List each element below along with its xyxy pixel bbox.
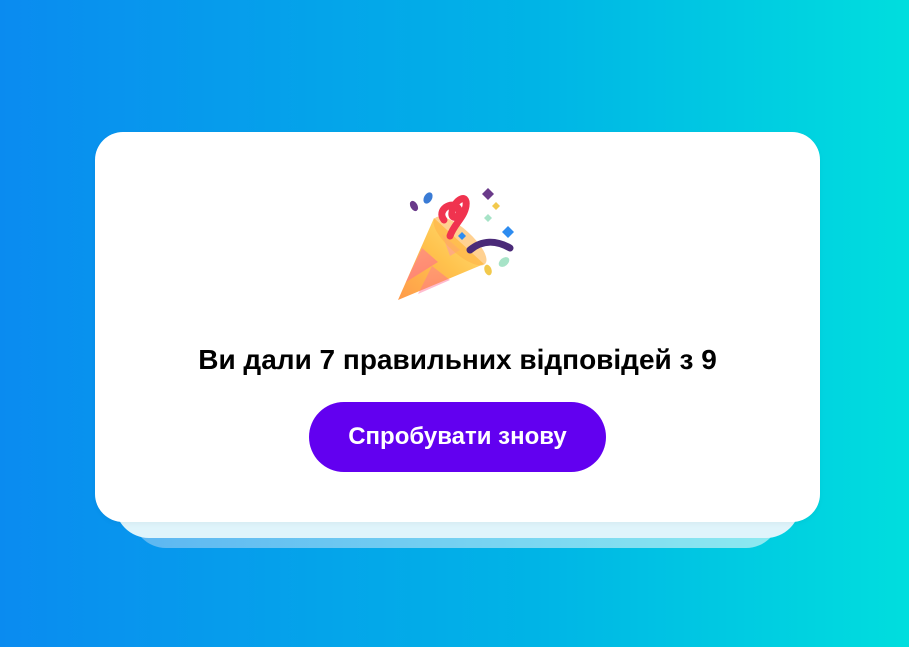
try-again-button[interactable]: Спробувати знову <box>309 402 606 472</box>
party-popper-icon <box>398 188 514 300</box>
result-message: Ви дали 7 правильних відповідей з 9 <box>198 344 717 375</box>
